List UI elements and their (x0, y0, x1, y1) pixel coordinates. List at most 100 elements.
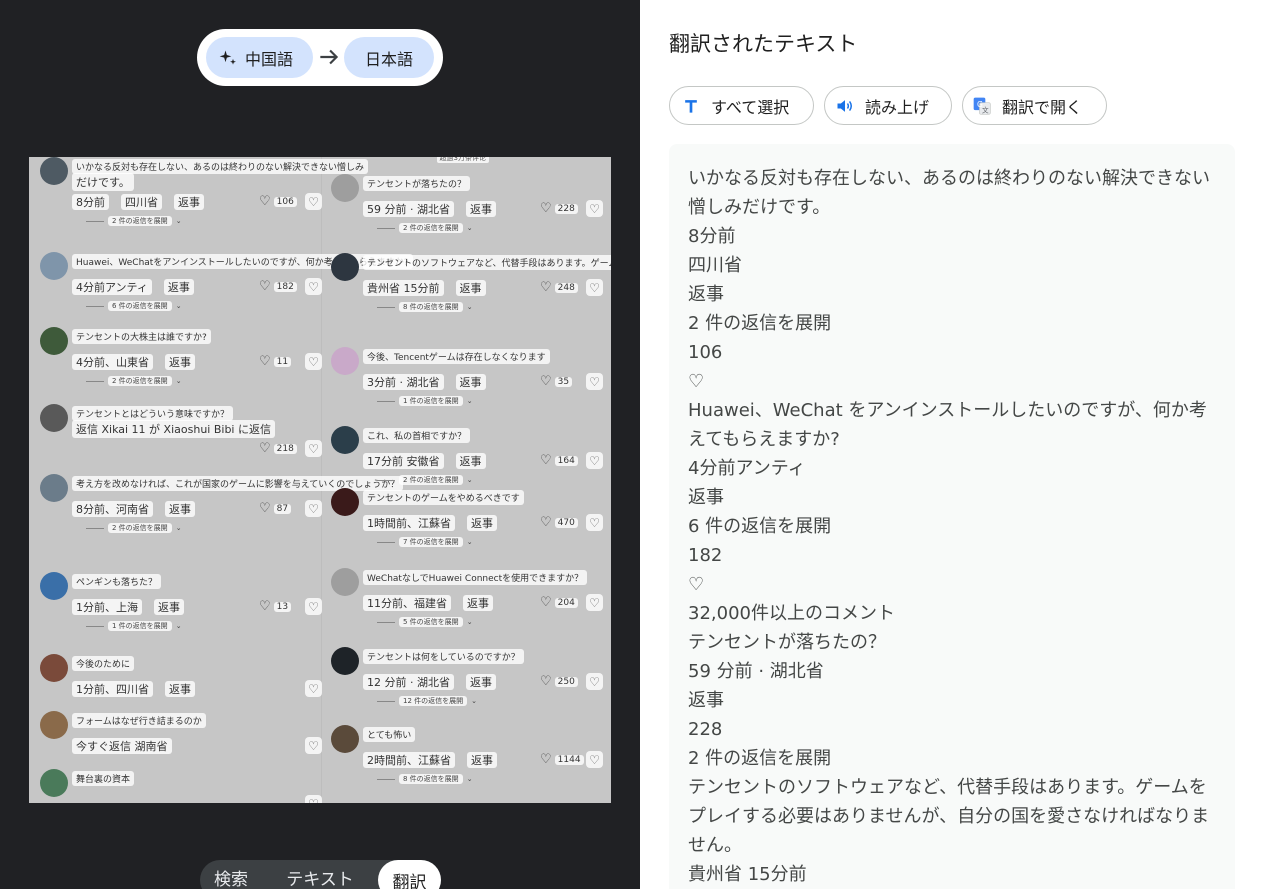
read-aloud-button[interactable]: 読み上げ (824, 86, 952, 125)
dislike-icon[interactable]: ♡ (305, 795, 322, 803)
source-language-button[interactable]: 中国語 (206, 37, 313, 78)
tab-search[interactable]: 検索 (200, 860, 262, 889)
expand-replies-link[interactable]: 6 件の返信を展開 ⌄ (86, 300, 182, 312)
expand-replies-link[interactable]: 8 件の返信を展開 ⌄ (377, 773, 473, 785)
reply-link[interactable]: 返事 (163, 278, 194, 295)
heart-icon[interactable]: ♡ (259, 195, 271, 208)
avatar (40, 711, 68, 739)
divider-line (86, 305, 104, 307)
heart-icon[interactable]: ♡ (540, 281, 552, 294)
dislike-icon[interactable]: ♡ (586, 373, 603, 390)
expand-replies-link[interactable]: 8 件の返信を展開 ⌄ (377, 301, 473, 313)
reply-link[interactable]: 返事 (465, 200, 496, 217)
chevron-down-icon: ⌄ (466, 618, 473, 626)
comment-meta: 3分前 · 湖北省 返事 (363, 373, 486, 390)
expand-replies-link[interactable]: 2 件の返信を展開 ⌄ (86, 215, 182, 227)
like-count: ♡ 11 (259, 353, 292, 370)
dislike-icon[interactable]: ♡ (305, 598, 322, 615)
heart-icon[interactable]: ♡ (540, 202, 552, 215)
dislike-icon[interactable]: ♡ (586, 751, 603, 768)
reply-link[interactable]: 返事 (165, 680, 195, 697)
reply-link[interactable]: 返事 (467, 514, 497, 531)
heart-icon[interactable]: ♡ (540, 753, 552, 766)
expand-replies-link[interactable]: 2 件の返信を展開 ⌄ (86, 522, 182, 534)
dislike-icon[interactable]: ♡ (586, 594, 603, 611)
panel-title: 翻訳されたテキスト (669, 32, 858, 56)
heart-icon[interactable]: ♡ (259, 502, 271, 515)
divider-line (377, 778, 395, 780)
like-number: 218 (273, 443, 297, 454)
dislike-icon[interactable]: ♡ (305, 440, 322, 457)
expand-replies-link[interactable]: 1 件の返信を展開 ⌄ (86, 620, 182, 632)
like-count: ♡ 470 (540, 514, 578, 531)
avatar (331, 568, 359, 596)
heart-icon[interactable]: ♡ (540, 596, 552, 609)
like-count: ♡ 250 (540, 673, 578, 690)
expand-replies-link[interactable]: 1 件の返信を展開 ⌄ (377, 395, 473, 407)
arrow-right-icon[interactable] (316, 44, 342, 70)
reply-link[interactable]: 返事 (463, 594, 493, 611)
meta-item: 59 分前 · 湖北省 (363, 200, 454, 217)
heart-icon[interactable]: ♡ (259, 442, 271, 455)
dislike-icon[interactable]: ♡ (586, 514, 603, 531)
heart-icon[interactable]: ♡ (540, 516, 552, 529)
reply-link[interactable]: 返事 (467, 751, 497, 768)
dislike-icon[interactable]: ♡ (305, 680, 322, 697)
translated-line: 2 件の返信を展開 (688, 748, 832, 769)
expand-replies-link[interactable]: 7 件の返信を展開 ⌄ (377, 536, 473, 548)
open-in-translate-button[interactable]: G 文 翻訳で開く (962, 86, 1107, 125)
comment-meta: 59 分前 · 湖北省 返事 (363, 200, 496, 217)
tab-text[interactable]: テキスト (273, 860, 367, 889)
comment: Huawei、WeChatをアンインストールしたいのですが、何か考えてもらえます… (40, 252, 413, 322)
like-number: 470 (554, 517, 578, 528)
expand-replies-link[interactable]: 12 件の返信を展開 ⌄ (377, 695, 477, 707)
comment-meta: 11分前、福建省 返事 (363, 594, 493, 611)
divider-line (377, 227, 395, 229)
dislike-icon[interactable]: ♡ (305, 278, 322, 295)
translated-line: いかなる反対も存在しない、あるのは終わりのない解決できない憎しみだけです。 (688, 168, 1210, 218)
meta-item: 17分前 安徽省 (363, 452, 444, 469)
expand-replies-link[interactable]: 2 件の返信を展開 ⌄ (377, 474, 473, 486)
reply-link[interactable]: 返事 (174, 193, 204, 210)
like-count: ♡ 13 (259, 598, 292, 615)
heart-icon[interactable]: ♡ (540, 375, 552, 388)
dislike-icon[interactable]: ♡ (305, 500, 322, 517)
expand-replies-link[interactable]: 2 件の返信を展開 ⌄ (86, 375, 182, 387)
reply-link[interactable]: 返事 (455, 279, 486, 296)
dislike-icon[interactable]: ♡ (586, 452, 603, 469)
dislike-icon[interactable]: ♡ (586, 673, 603, 690)
reply-link[interactable]: 返事 (165, 500, 195, 517)
divider-line (377, 700, 395, 702)
sparkle-icon (219, 50, 236, 65)
dislike-icon[interactable]: ♡ (586, 200, 603, 217)
comment: テンセントのゲームをやめるべきです 1時間前、江蘇省 返事 ♡ 470 ♡ 7 件の返信を展… (331, 488, 603, 558)
comment-meta: 4分前、山東省 返事 (72, 353, 195, 370)
expand-replies-label: 2 件の返信を展開 (399, 475, 463, 485)
dislike-icon[interactable]: ♡ (586, 279, 603, 296)
dislike-icon[interactable]: ♡ (305, 353, 322, 370)
heart-icon[interactable]: ♡ (259, 280, 271, 293)
comment-text: テンセントが落ちたの？ (363, 176, 471, 191)
comment-meta: 8分前、河南省 返事 (72, 500, 195, 517)
heart-icon[interactable]: ♡ (259, 600, 271, 613)
expand-replies-link[interactable]: 2 件の返信を展開 ⌄ (377, 222, 473, 234)
translated-line: 貴州省 15分前 (688, 864, 807, 885)
reply-link[interactable]: 返事 (455, 373, 486, 390)
expand-replies-link[interactable]: 5 件の返信を展開 ⌄ (377, 616, 473, 628)
comment-text-continued: だけです。 (72, 173, 134, 191)
image-pane: 中国語 日本語 いかなる反対も存在しない、あるのは終わりのない解決できない憎しみ… (0, 0, 640, 889)
select-all-button[interactable]: すべて選択 (669, 86, 814, 125)
translated-text[interactable]: いかなる反対も存在しない、あるのは終わりのない解決できない憎しみだけです。 8分前… (669, 144, 1235, 889)
dislike-icon[interactable]: ♡ (305, 737, 322, 754)
comment-text: ペンギンも落ちた？ (72, 574, 162, 589)
target-language-button[interactable]: 日本語 (344, 37, 434, 78)
reply-link[interactable]: 返事 (455, 452, 486, 469)
heart-icon[interactable]: ♡ (540, 675, 552, 688)
heart-icon[interactable]: ♡ (259, 355, 271, 368)
reply-link[interactable]: 返事 (154, 598, 184, 615)
heart-icon[interactable]: ♡ (540, 454, 552, 467)
reply-link[interactable]: 返事 (465, 673, 496, 690)
tab-translate[interactable]: 翻訳 (378, 860, 441, 889)
reply-link[interactable]: 返事 (165, 353, 195, 370)
dislike-icon[interactable]: ♡ (305, 193, 322, 210)
